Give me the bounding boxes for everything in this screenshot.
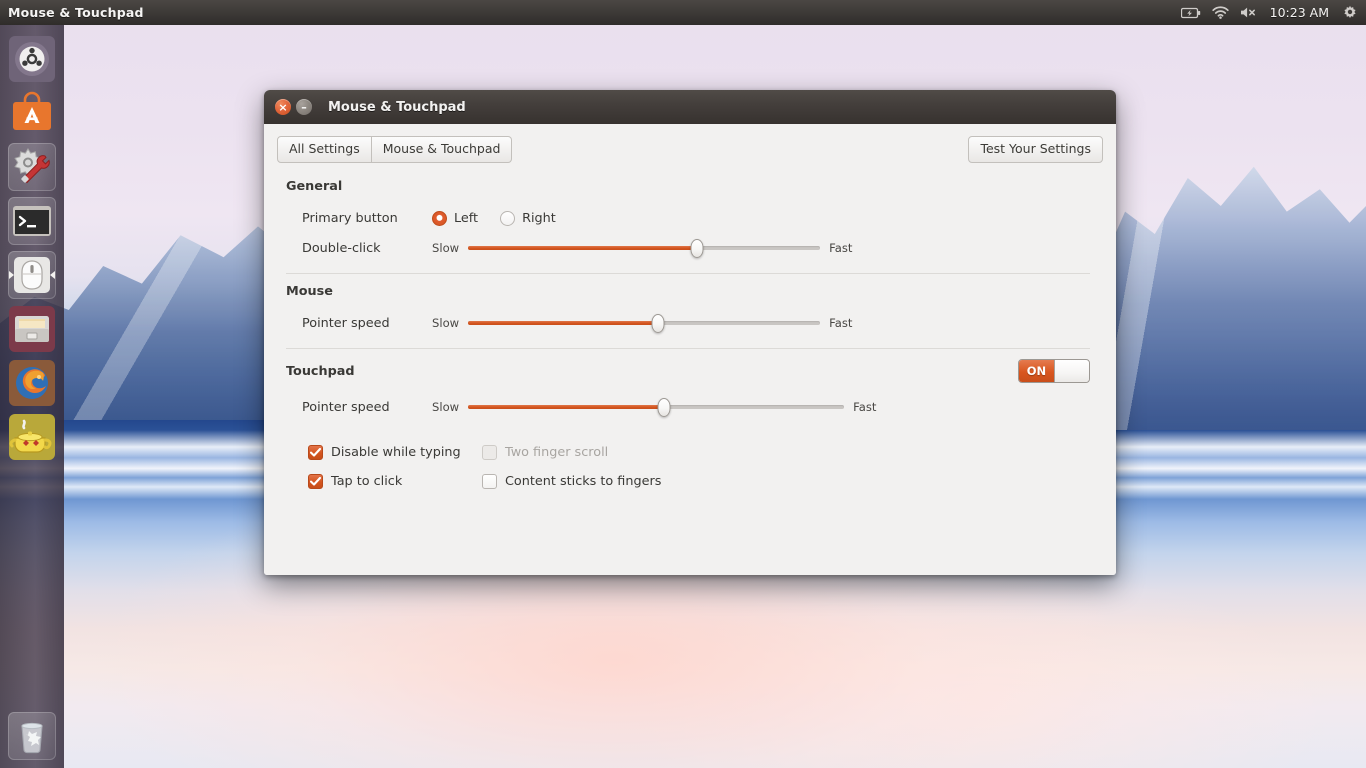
double-click-label: Double-click xyxy=(302,240,381,256)
general-section-title: General xyxy=(286,179,343,195)
touchpad-options-row-2: Tap to click Content sticks to fingers xyxy=(308,467,1090,496)
panel-clock[interactable]: 10:23 AM xyxy=(1268,5,1331,20)
touchpad-section-header: Touchpad ON xyxy=(286,359,1090,384)
primary-button-left-option[interactable]: Left xyxy=(432,210,479,226)
running-indicator-left xyxy=(9,271,14,279)
radio-right-label: Right xyxy=(522,210,556,226)
window-titlebar[interactable]: × – Mouse & Touchpad xyxy=(264,90,1116,124)
touchpad-pointer-speed-row: Pointer speed Slow Fast xyxy=(286,392,1090,422)
touchpad-pointer-max-label: Fast xyxy=(853,400,877,415)
double-click-row: Double-click Slow Fast xyxy=(286,233,1090,263)
double-click-slider[interactable]: Slow Fast xyxy=(432,238,1090,258)
radio-left-indicator[interactable] xyxy=(432,210,447,226)
window-toolbar: All Settings Mouse & Touchpad Test Your … xyxy=(264,124,1116,164)
top-panel: Mouse & Touchpad 10:23 AM xyxy=(0,0,1366,25)
separator-general-mouse xyxy=(286,273,1090,275)
touchpad-section-title: Touchpad xyxy=(286,363,355,379)
files-icon[interactable] xyxy=(8,305,56,353)
gear-icon[interactable] xyxy=(1342,5,1358,21)
window-title: Mouse & Touchpad xyxy=(328,99,466,115)
teapot-icon[interactable] xyxy=(8,413,56,461)
ubuntu-dash-icon[interactable] xyxy=(8,35,56,83)
unity-launcher xyxy=(0,25,64,768)
running-indicator-right xyxy=(50,271,55,279)
mouse-pointer-min-label: Slow xyxy=(432,316,460,331)
mouse-section-title: Mouse xyxy=(286,284,333,300)
touchpad-pointer-min-label: Slow xyxy=(432,400,460,415)
two-finger-scroll-checkbox-cell: Two finger scroll xyxy=(482,445,609,461)
two-finger-scroll-checkbox xyxy=(482,445,497,461)
close-button[interactable]: × xyxy=(275,99,291,115)
primary-button-row: Primary button Left Right xyxy=(286,203,1090,233)
touchpad-pointer-speed-label: Pointer speed xyxy=(302,399,390,415)
disable-while-typing-label: Disable while typing xyxy=(331,445,461,461)
double-click-knob[interactable] xyxy=(690,238,704,258)
separator-mouse-touchpad xyxy=(286,348,1090,350)
mouse-touchpad-window: × – Mouse & Touchpad All Settings Mouse … xyxy=(264,90,1116,575)
content-sticks-checkbox[interactable] xyxy=(482,474,497,490)
window-body: All Settings Mouse & Touchpad Test Your … xyxy=(264,124,1116,575)
mouse-pointer-track-fill xyxy=(468,321,659,326)
mouse-pointer-knob[interactable] xyxy=(651,313,665,333)
test-your-settings-button[interactable]: Test Your Settings xyxy=(968,136,1103,164)
touchpad-pointer-track-fill xyxy=(468,405,664,410)
radio-right-indicator[interactable] xyxy=(500,210,516,226)
touchpad-options-row-1: Disable while typing Two finger scroll xyxy=(308,438,1090,467)
tap-to-click-checkbox[interactable] xyxy=(308,474,323,490)
touchpad-options-grid: Disable while typing Two finger scroll T… xyxy=(286,438,1090,496)
two-finger-scroll-label: Two finger scroll xyxy=(505,445,609,461)
software-center-icon[interactable] xyxy=(8,89,56,137)
tap-to-click-label: Tap to click xyxy=(331,474,403,490)
mouse-pointer-track[interactable] xyxy=(468,313,821,333)
mouse-pointer-speed-row: Pointer speed Slow Fast xyxy=(286,308,1090,338)
touchpad-toggle-knob[interactable] xyxy=(1053,360,1089,383)
primary-button-right-option[interactable]: Right xyxy=(500,210,556,226)
current-panel-button[interactable]: Mouse & Touchpad xyxy=(371,136,513,164)
content-sticks-label: Content sticks to fingers xyxy=(505,474,662,490)
touchpad-pointer-speed-slider[interactable]: Slow Fast xyxy=(432,397,1090,417)
trash-icon[interactable] xyxy=(8,712,56,760)
breadcrumb-button-group: All Settings Mouse & Touchpad xyxy=(277,136,513,164)
double-click-track-fill xyxy=(468,246,697,251)
panel-app-title[interactable]: Mouse & Touchpad xyxy=(8,5,144,20)
firefox-icon[interactable] xyxy=(8,359,56,407)
touchpad-enable-toggle[interactable]: ON xyxy=(1018,359,1090,384)
double-click-min-label: Slow xyxy=(432,241,460,256)
disable-while-typing-checkbox-cell[interactable]: Disable while typing xyxy=(308,445,482,461)
panel-indicator-area: 10:23 AM xyxy=(1180,5,1366,21)
all-settings-button[interactable]: All Settings xyxy=(277,136,372,164)
settings-content: General Primary button Left Right Double… xyxy=(264,163,1116,496)
radio-left-label: Left xyxy=(454,210,479,226)
primary-button-label: Primary button xyxy=(302,210,398,226)
system-settings-icon[interactable] xyxy=(8,143,56,191)
minimize-button[interactable]: – xyxy=(296,99,312,115)
mouse-pointer-speed-slider[interactable]: Slow Fast xyxy=(432,313,1090,333)
mouse-pointer-max-label: Fast xyxy=(829,316,853,331)
touchpad-toggle-on-label: ON xyxy=(1019,360,1054,383)
touchpad-pointer-track[interactable] xyxy=(468,397,845,417)
double-click-track[interactable] xyxy=(468,238,821,258)
battery-icon[interactable] xyxy=(1180,7,1201,19)
double-click-max-label: Fast xyxy=(829,241,853,256)
mouse-pointer-speed-label: Pointer speed xyxy=(302,315,390,331)
touchpad-pointer-knob[interactable] xyxy=(657,397,671,417)
disable-while-typing-checkbox[interactable] xyxy=(308,445,323,461)
content-sticks-checkbox-cell[interactable]: Content sticks to fingers xyxy=(482,474,662,490)
terminal-icon[interactable] xyxy=(8,197,56,245)
volume-muted-icon[interactable] xyxy=(1240,6,1257,19)
wifi-icon[interactable] xyxy=(1212,6,1229,19)
tap-to-click-checkbox-cell[interactable]: Tap to click xyxy=(308,474,482,490)
mouse-settings-icon[interactable] xyxy=(8,251,56,299)
